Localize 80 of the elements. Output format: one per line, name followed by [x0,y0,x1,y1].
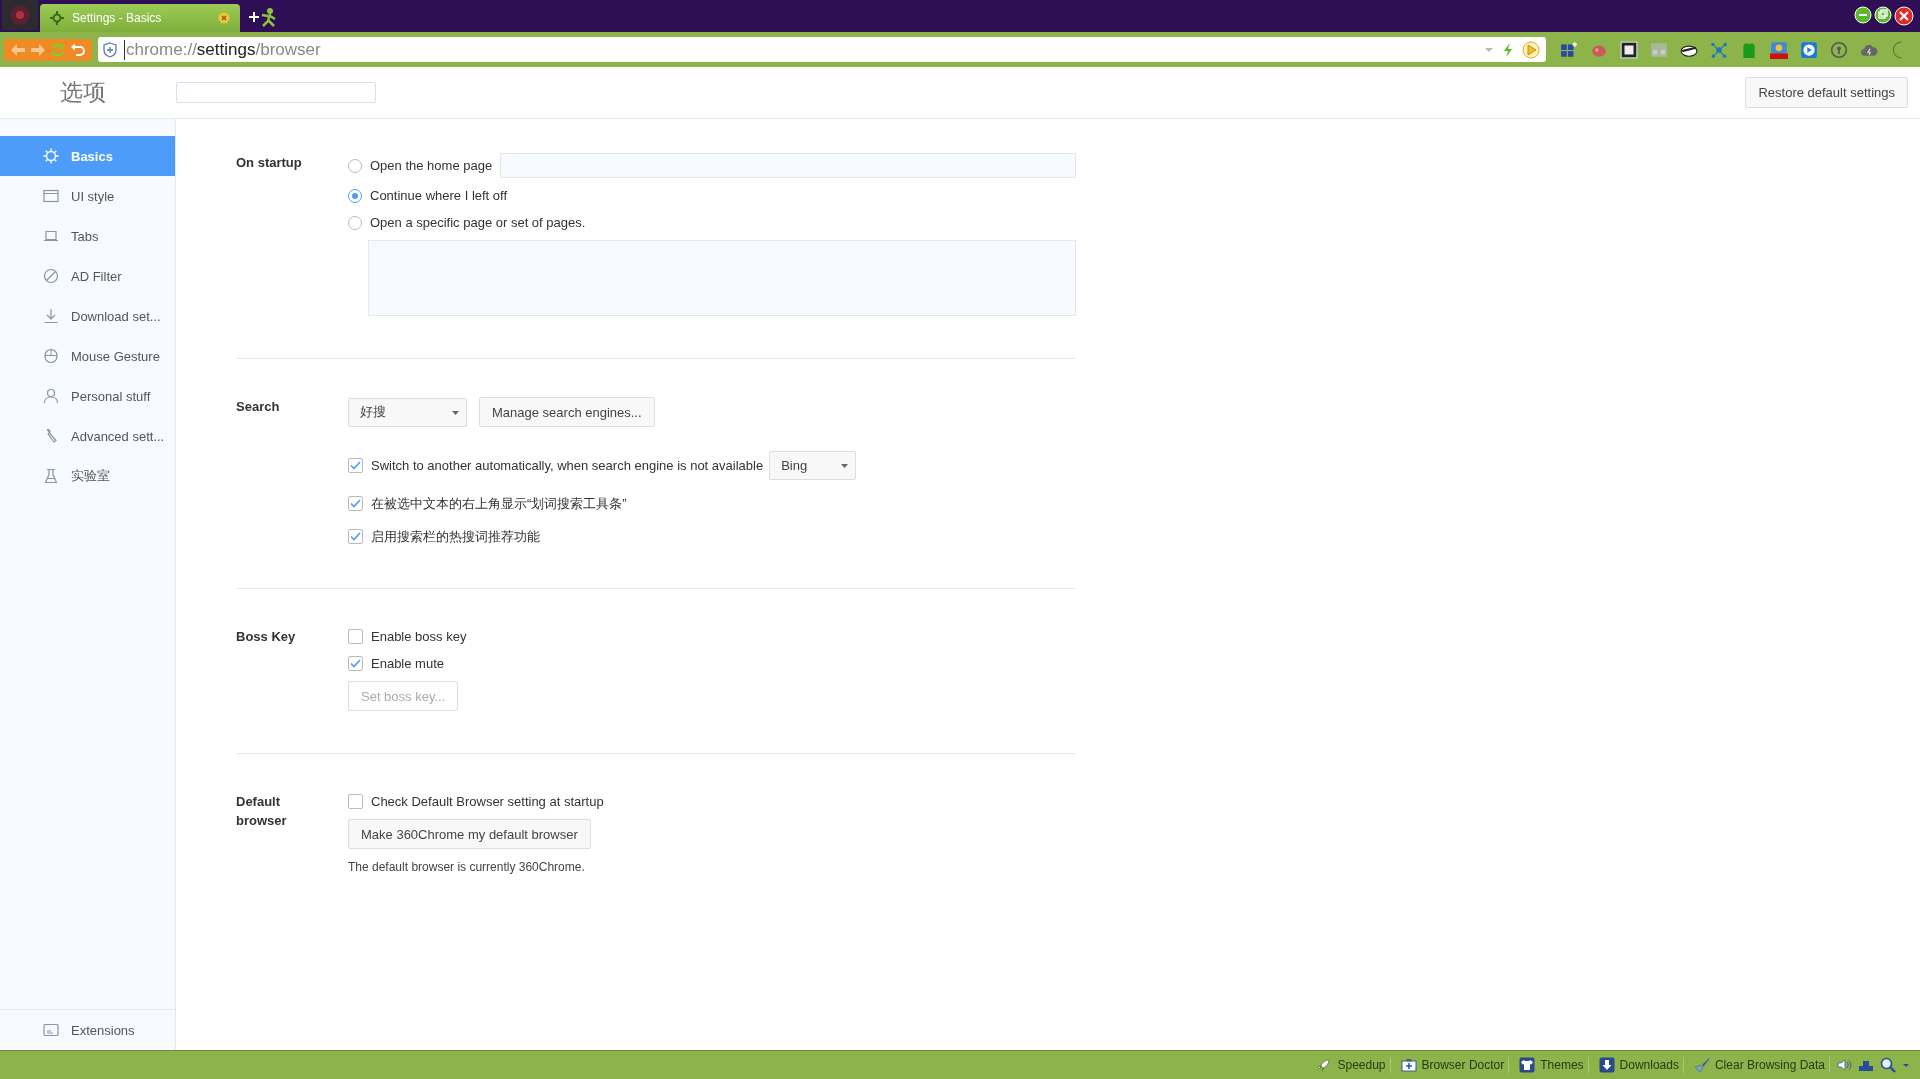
checkbox-label: Switch to another automatically, when search engine is not available [371,458,764,473]
shield-icon [102,41,118,58]
sidebar-item[interactable]: AD Filter [0,256,175,296]
window-icon [43,188,59,204]
radio-button[interactable] [348,188,362,203]
section-label: Search [236,398,281,416]
sidebar-item[interactable]: Personal stuff [0,376,175,416]
checkbox[interactable] [348,794,363,809]
status-bar-item[interactable]: Speedup [1312,1057,1391,1073]
grid-icon[interactable] [1560,40,1578,59]
checkbox-label: Enable boss key [371,629,467,644]
close-icon [218,12,230,24]
speaker-icon [1836,1057,1852,1073]
caret-icon [840,461,850,470]
search-engine-dropdown[interactable]: 好搜 [348,397,467,427]
download-icon [43,308,59,324]
mouse-icon [43,348,59,364]
restore-defaults-button[interactable]: Restore default settings [1745,77,1908,108]
manage-search-engines-button[interactable]: Manage search engines... [479,397,655,427]
search-field[interactable] [176,82,376,103]
leaf-icon[interactable] [1740,40,1758,59]
checkbox[interactable] [348,458,363,473]
address-bar[interactable]: chrome://settings/browser [98,37,1546,62]
play-icon [1522,40,1540,59]
status-bar-item[interactable]: Themes [1515,1057,1589,1073]
zoom-icon [1880,1057,1896,1073]
checkbox-label: 启用搜索栏的热搜词推荐功能 [371,527,540,546]
page-title: 选项 [59,78,107,107]
checkbox-label: Check Default Browser setting at startup [371,794,604,809]
sidebar-item[interactable]: Tabs [0,216,175,256]
status-bar-item[interactable]: Downloads [1594,1057,1684,1073]
radio-button[interactable] [348,158,362,173]
panel-icon[interactable] [1650,40,1668,59]
keyhole-icon[interactable] [1830,40,1848,59]
caret-icon [1902,1061,1910,1069]
radio-label: Open the home page [370,158,493,173]
radio-button[interactable] [348,215,362,230]
undo-icon [70,41,86,58]
checkbox[interactable] [348,656,363,671]
fallback-engine-dropdown[interactable]: Bing [769,451,857,480]
molecule-icon[interactable] [1710,40,1728,59]
home-page-field[interactable] [500,153,1076,178]
section-label: Default browser [236,793,288,830]
flask-icon [43,468,59,484]
radio-label: Open a specific page or set of pages. [370,215,586,230]
checkbox[interactable] [348,629,363,644]
sidebar-item[interactable]: Mouse Gesture [0,336,175,376]
section-label: On startup [236,154,303,172]
profile-avatar[interactable] [2,0,38,30]
action-button[interactable]: Make 360Chrome my default browser [348,819,591,849]
rocket-icon [1316,1057,1333,1073]
checkbox-label: Enable mute [371,656,444,671]
section-label: Boss Key [236,628,297,646]
checkbox[interactable] [348,529,363,544]
shirt-icon [1519,1057,1536,1073]
download-icon [1598,1057,1615,1073]
first-aid-kit-icon [1400,1057,1417,1073]
forward-icon [30,41,46,58]
brush-icon [1693,1057,1710,1073]
new-tab-icon[interactable] [248,6,278,28]
card-icon [43,1022,59,1038]
sidebar-item[interactable]: UI style [0,176,175,216]
checkbox-label: 在被选中文本的右上角显示“划词搜索工具条” [371,494,627,513]
laptop-icon [43,228,59,244]
status-note: The default browser is currently 360Chrome. [348,859,585,874]
person-icon [43,388,59,404]
restore-icon [1874,6,1892,24]
play-icon[interactable] [1800,40,1818,59]
refresh-icon [50,41,66,58]
sidebar-item[interactable]: Download set... [0,296,175,336]
status-bar-item[interactable]: Clear Browsing Data [1689,1057,1830,1073]
sidebar-item[interactable]: Advanced sett... [0,416,175,456]
sidebar-item[interactable]: 实验室 [0,456,175,496]
minimize-icon [1854,6,1872,24]
checkbox[interactable] [348,496,363,511]
square-badge-icon[interactable] [1620,40,1638,59]
block-icon [43,268,59,284]
status-bar-item[interactable]: Browser Doctor [1396,1057,1510,1073]
radio-label: Continue where I left off [370,188,508,203]
close-icon [1894,6,1914,26]
